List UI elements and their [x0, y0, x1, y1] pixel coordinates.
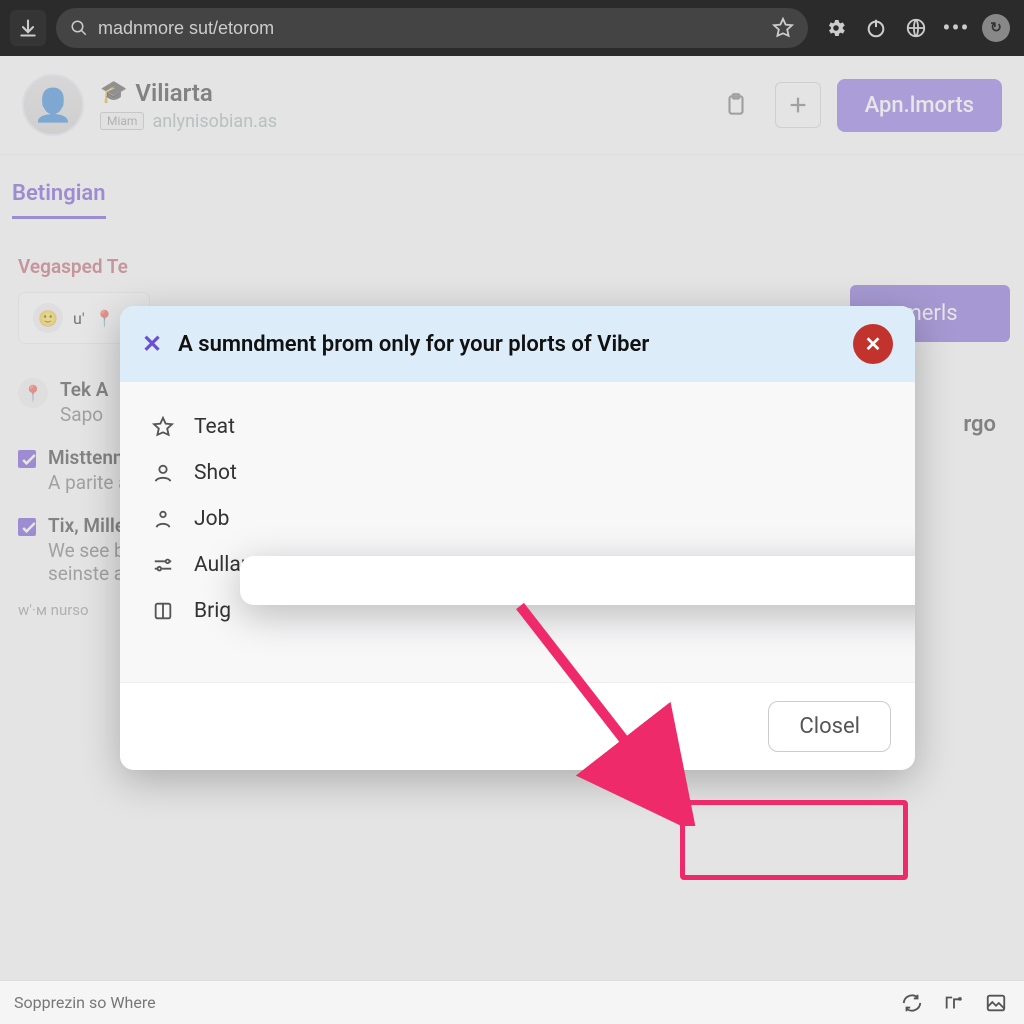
close-button[interactable]: Closel: [768, 701, 891, 752]
refresh-icon[interactable]: ↻: [978, 10, 1014, 46]
status-text: Sopprezin so Where: [14, 993, 156, 1012]
menu-row-shot[interactable]: Shot: [150, 450, 885, 496]
menu-row-job[interactable]: Job: [150, 496, 885, 542]
modal-footer: Closel Ad Scrrerch: [120, 682, 915, 770]
slider-icon: [150, 552, 176, 578]
modal-dismiss-x[interactable]: ✕: [142, 330, 162, 358]
menu-label: Teat: [194, 415, 235, 439]
page: 👤 🎓 Viliarta Miam anlynisobian.as Apn.lm…: [0, 56, 1024, 1024]
menu-label: Job: [194, 507, 229, 531]
globe-icon[interactable]: [898, 10, 934, 46]
more-icon[interactable]: •••: [938, 10, 974, 46]
status-bar: Sopprezin so Where: [0, 980, 1024, 1024]
modal-body: Teat Shot Job Aullants Brig: [120, 382, 915, 682]
person-icon: [150, 506, 176, 532]
search-icon: [70, 19, 88, 37]
address-input[interactable]: [98, 18, 762, 39]
toolbar-icons: ••• ↻: [818, 10, 1014, 46]
modal-header: ✕ A sumndment þrom only for your plorts …: [120, 306, 915, 382]
menu-row-teat[interactable]: Teat: [150, 404, 885, 450]
menu-label: Brig: [194, 599, 231, 623]
star-icon: [150, 414, 176, 440]
close-icon[interactable]: ✕: [853, 324, 893, 364]
image-icon[interactable]: [982, 989, 1010, 1017]
text-size-icon[interactable]: [940, 989, 968, 1017]
browser-chrome: ••• ↻: [0, 0, 1024, 56]
address-bar[interactable]: [56, 8, 808, 48]
modal-title: A sumndment þrom only for your plorts of…: [178, 332, 837, 357]
download-icon[interactable]: [10, 10, 46, 46]
sync-icon[interactable]: [898, 989, 926, 1017]
menu-label: Shot: [194, 461, 237, 485]
star-icon[interactable]: [772, 17, 794, 39]
ad-scrrerch-button[interactable]: Ad Scrrerch: [240, 556, 915, 605]
settings-icon[interactable]: [818, 10, 854, 46]
power-icon[interactable]: [858, 10, 894, 46]
modal: ✕ A sumndment þrom only for your plorts …: [120, 306, 915, 770]
person-circle-icon: [150, 460, 176, 486]
columns-icon: [150, 598, 176, 624]
